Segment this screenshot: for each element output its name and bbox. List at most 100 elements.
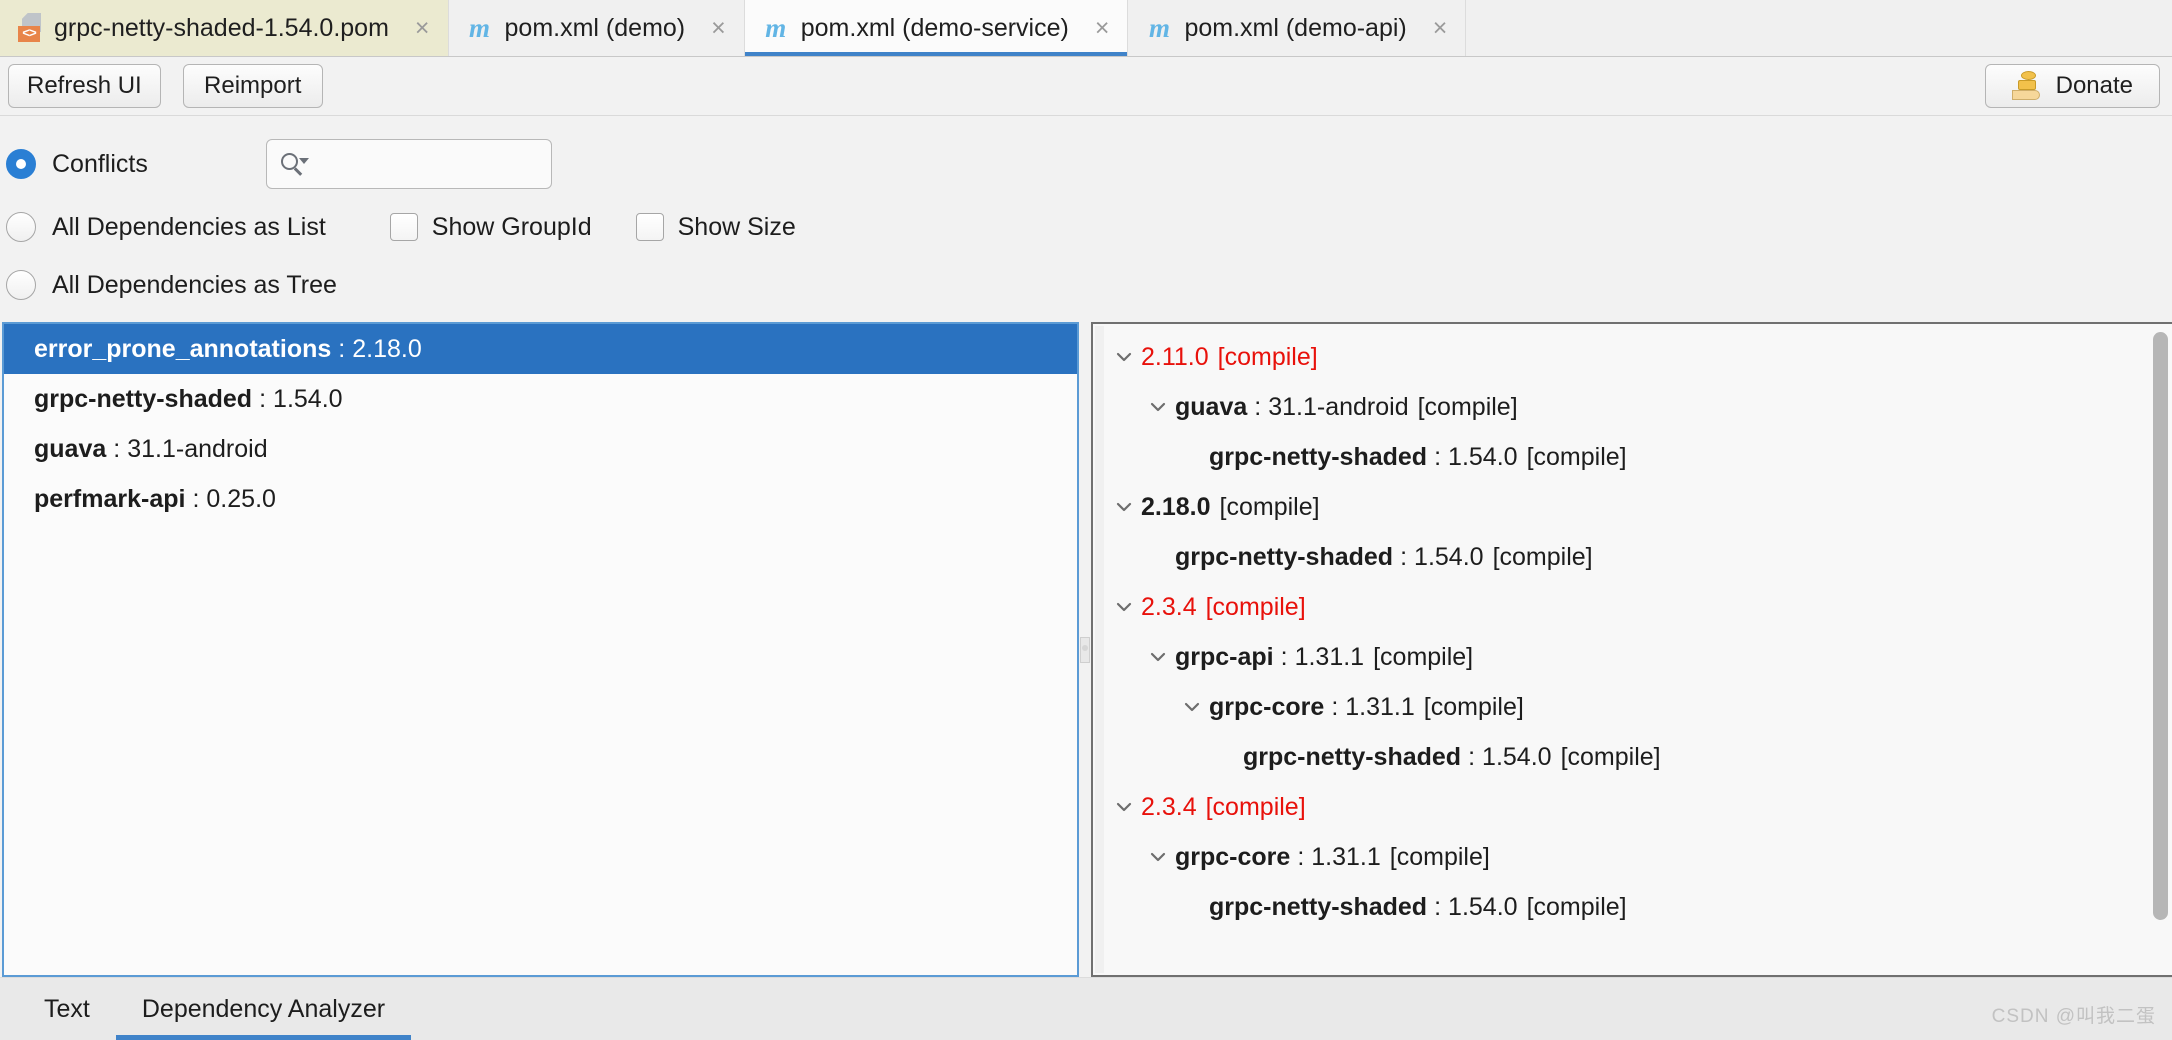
tree-row[interactable]: grpc-api:1.31.1 [compile]	[1093, 632, 2172, 682]
search-box[interactable]	[265, 139, 611, 189]
maven-icon: m	[765, 12, 787, 43]
checkbox-show-size-label: Show Size	[677, 212, 796, 241]
tree-row-scope: [compile]	[1526, 892, 1627, 921]
tree-row-scope: [compile]	[1560, 742, 1661, 771]
tree-row[interactable]: 2.3.4 [compile]	[1093, 582, 2172, 632]
tree-row[interactable]: 2.18.0 [compile]	[1093, 482, 2172, 532]
editor-tab-1[interactable]: m pom.xml (demo) ×	[448, 0, 745, 56]
tree-row-label: grpc-core:1.31.1 [compile]	[1209, 693, 1524, 722]
bottom-tab-label: Text	[44, 994, 90, 1023]
tree-row-label: grpc-netty-shaded:1.54.0 [compile]	[1209, 443, 1627, 472]
list-item-version: 31.1-android	[127, 434, 268, 463]
editor-tab-label: pom.xml (demo-service)	[800, 13, 1069, 42]
tree-row[interactable]: grpc-netty-shaded:1.54.0 [compile]	[1093, 532, 2172, 582]
analyzer-split-pane: error_prone_annotations:2.18.0 grpc-netty…	[0, 322, 2172, 977]
tree-row-scope: [compile]	[1219, 492, 1320, 521]
tree-row[interactable]: grpc-core:1.31.1 [compile]	[1093, 682, 2172, 732]
donate-button-label: Donate	[2055, 72, 2133, 99]
donate-button[interactable]: Donate	[1984, 64, 2160, 108]
editor-tab-label: pom.xml (demo-api)	[1184, 13, 1407, 42]
tree-row-artifact: grpc-api	[1175, 642, 1274, 671]
tree-vertical-scrollbar[interactable]	[2150, 330, 2170, 969]
list-item-artifact: guava	[34, 434, 107, 463]
analyzer-options: Conflicts All Dependencies as List Show …	[0, 116, 2172, 322]
chevron-down-icon[interactable]	[1107, 347, 1141, 367]
tree-row-label: grpc-netty-shaded:1.54.0 [compile]	[1243, 743, 1661, 772]
radio-conflicts-label: Conflicts	[52, 149, 148, 178]
list-item[interactable]: guava:31.1-android	[4, 424, 1077, 474]
list-item-version: 1.54.0	[273, 384, 343, 413]
tree-row-scope: [compile]	[1217, 342, 1318, 371]
close-icon[interactable]: ×	[1433, 15, 1448, 41]
split-divider[interactable]	[1079, 322, 1091, 977]
tree-row-label: grpc-api:1.31.1 [compile]	[1175, 643, 1473, 672]
checkbox-show-groupid-label: Show GroupId	[431, 212, 592, 241]
tree-row-artifact: grpc-netty-shaded	[1175, 542, 1394, 571]
tree-row-separator: :	[1434, 442, 1442, 471]
bottom-tab-text[interactable]: Text	[18, 978, 116, 1040]
checkbox-show-size[interactable]	[635, 213, 664, 241]
chevron-down-icon[interactable]	[1141, 397, 1175, 417]
tree-row[interactable]: guava:31.1-android [compile]	[1093, 382, 2172, 432]
tree-row-version: 31.1-android	[1268, 392, 1409, 421]
tree-row-version: 1.31.1	[1294, 642, 1365, 671]
chevron-down-icon[interactable]	[1175, 697, 1209, 717]
donate-coins-icon	[2011, 71, 2042, 101]
maven-icon: m	[469, 12, 491, 43]
tree-row-version: 1.31.1	[1345, 692, 1415, 721]
list-item[interactable]: perfmark-api:0.25.0	[4, 474, 1077, 524]
tree-row-artifact: grpc-netty-shaded	[1209, 442, 1428, 471]
tree-row[interactable]: 2.11.0 [compile]	[1093, 332, 2172, 382]
bottom-tab-dependency-analyzer[interactable]: Dependency Analyzer	[115, 978, 412, 1040]
list-item-separator: :	[338, 334, 346, 363]
tree-row-version: 1.54.0	[1448, 442, 1518, 471]
radio-all-dependencies-as-list-label: All Dependencies as List	[52, 212, 326, 241]
close-icon[interactable]: ×	[1095, 15, 1110, 41]
tree-row[interactable]: 2.3.4 [compile]	[1093, 782, 2172, 832]
tree-row-version: 2.11.0	[1141, 342, 1209, 371]
split-divider-handle[interactable]	[1080, 636, 1090, 663]
editor-tab-2[interactable]: m pom.xml (demo-service) ×	[744, 0, 1129, 56]
tree-row-version: 2.3.4	[1141, 792, 1197, 821]
tree-row-scope: [compile]	[1389, 842, 1490, 871]
tree-row-scope: [compile]	[1423, 692, 1524, 721]
tree-row-artifact: grpc-netty-shaded	[1243, 742, 1462, 771]
close-icon[interactable]: ×	[711, 15, 726, 41]
tree-row[interactable]: grpc-netty-shaded:1.54.0 [compile]	[1093, 882, 2172, 932]
tree-row-version: 2.3.4	[1141, 592, 1197, 621]
refresh-ui-button[interactable]: Refresh UI	[8, 64, 161, 108]
list-item[interactable]: grpc-netty-shaded:1.54.0	[4, 374, 1077, 424]
editor-tab-0[interactable]: <> grpc-netty-shaded-1.54.0.pom ×	[0, 0, 449, 56]
tree-row[interactable]: grpc-netty-shaded:1.54.0 [compile]	[1093, 432, 2172, 482]
tree-row-scope: [compile]	[1492, 542, 1593, 571]
close-icon[interactable]: ×	[415, 15, 430, 41]
tree-row-separator: :	[1468, 742, 1476, 771]
radio-all-dependencies-as-tree-label: All Dependencies as Tree	[52, 270, 337, 299]
radio-all-dependencies-as-tree[interactable]	[6, 270, 36, 300]
radio-conflicts[interactable]	[6, 149, 36, 179]
tree-row[interactable]: grpc-core:1.31.1 [compile]	[1093, 832, 2172, 882]
radio-all-dependencies-as-list[interactable]	[6, 212, 36, 242]
tree-row-scope: [compile]	[1205, 592, 1306, 621]
reimport-button[interactable]: Reimport	[182, 64, 323, 108]
chevron-down-icon[interactable]	[1141, 647, 1175, 667]
chevron-down-icon[interactable]	[1141, 847, 1175, 867]
editor-tab-3[interactable]: m pom.xml (demo-api) ×	[1128, 0, 1467, 56]
list-item[interactable]: error_prone_annotations:2.18.0	[4, 324, 1077, 374]
list-item-artifact: perfmark-api	[34, 484, 186, 513]
tree-row-separator: :	[1297, 842, 1305, 871]
chevron-down-icon[interactable]	[1107, 497, 1141, 517]
options-row-list: All Dependencies as List Show GroupId Sh…	[0, 198, 2172, 256]
checkbox-show-groupid[interactable]	[389, 213, 418, 241]
tree-scrollbar-thumb[interactable]	[2153, 332, 2168, 920]
tree-row-separator: :	[1400, 542, 1408, 571]
chevron-down-icon[interactable]	[1107, 797, 1141, 817]
tree-row-version: 2.18.0	[1141, 492, 1211, 521]
tree-row-scope: [compile]	[1205, 792, 1306, 821]
search-input[interactable]	[318, 150, 611, 178]
chevron-down-icon[interactable]	[1107, 597, 1141, 617]
editor-tab-label: pom.xml (demo)	[504, 13, 686, 42]
tree-row[interactable]: grpc-netty-shaded:1.54.0 [compile]	[1093, 732, 2172, 782]
editor-tab-label: grpc-netty-shaded-1.54.0.pom	[54, 13, 389, 42]
list-item-artifact: grpc-netty-shaded	[34, 384, 253, 413]
